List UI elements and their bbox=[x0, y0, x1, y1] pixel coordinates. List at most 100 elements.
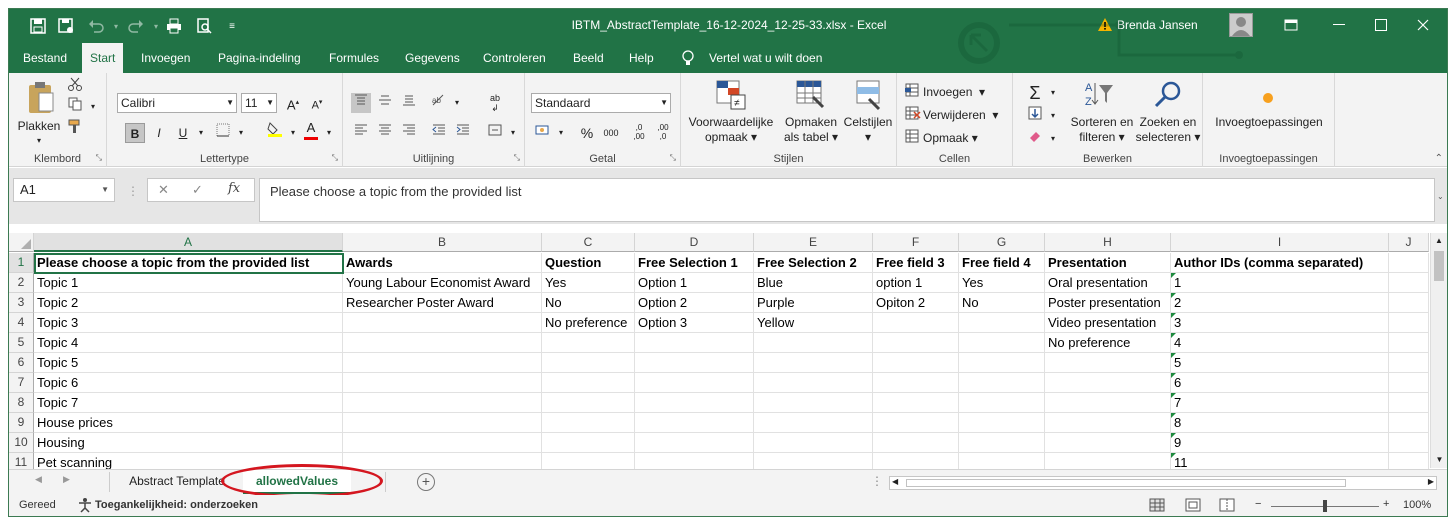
increase-indent-icon[interactable] bbox=[453, 123, 473, 143]
table-cell[interactable]: Topic 6 bbox=[34, 373, 343, 393]
fill-color-icon[interactable] bbox=[265, 121, 285, 141]
table-cell[interactable] bbox=[343, 373, 542, 393]
orientation-dropdown-icon[interactable]: ▾ bbox=[447, 93, 467, 113]
row-header[interactable]: 5 bbox=[9, 333, 34, 353]
copy-icon[interactable] bbox=[65, 97, 85, 117]
table-cell[interactable] bbox=[1389, 413, 1429, 433]
find-select-icon[interactable] bbox=[1153, 79, 1183, 109]
row-header[interactable]: 8 bbox=[9, 393, 34, 413]
table-cell[interactable]: Young Labour Economist Award bbox=[343, 273, 542, 293]
table-cell[interactable] bbox=[959, 453, 1045, 469]
dialog-launcher-icon[interactable]: ⤡ bbox=[670, 153, 676, 163]
font-color-icon[interactable]: A bbox=[301, 119, 321, 140]
table-cell[interactable]: Blue bbox=[754, 273, 873, 293]
table-cell[interactable] bbox=[343, 453, 542, 469]
row-header[interactable]: 9 bbox=[9, 413, 34, 433]
table-cell[interactable] bbox=[343, 413, 542, 433]
scroll-up-icon[interactable]: ▲ bbox=[1431, 233, 1447, 249]
header-cell[interactable]: Free Selection 1 bbox=[635, 253, 754, 273]
accessibility-status[interactable]: Toegankelijkheid: onderzoeken bbox=[95, 499, 258, 511]
italic-button[interactable]: I bbox=[149, 123, 169, 143]
column-header-f[interactable]: F bbox=[873, 233, 959, 252]
row-header[interactable]: 2 bbox=[9, 273, 34, 293]
delete-cells-button[interactable]: Verwijderen ▾ bbox=[923, 108, 998, 123]
table-cell[interactable] bbox=[1389, 273, 1429, 293]
hscroll-thumb[interactable] bbox=[906, 479, 1346, 487]
table-cell[interactable]: No bbox=[959, 293, 1045, 313]
tab-controleren[interactable]: Controleren bbox=[475, 43, 554, 73]
header-cell[interactable]: Free field 4 bbox=[959, 253, 1045, 273]
scroll-down-icon[interactable]: ▼ bbox=[1431, 452, 1447, 468]
table-cell[interactable] bbox=[542, 333, 635, 353]
format-as-table-icon[interactable] bbox=[795, 79, 827, 111]
row-header[interactable]: 3 bbox=[9, 293, 34, 313]
table-cell[interactable] bbox=[959, 373, 1045, 393]
header-cell[interactable]: Author IDs (comma separated) bbox=[1171, 253, 1389, 273]
table-cell[interactable]: Option 2 bbox=[635, 293, 754, 313]
table-cell[interactable]: option 1 bbox=[873, 273, 959, 293]
conditional-formatting-icon[interactable]: ≠ bbox=[715, 79, 747, 111]
table-cell[interactable]: 9 bbox=[1171, 433, 1389, 453]
table-cell[interactable] bbox=[1389, 373, 1429, 393]
table-cell[interactable] bbox=[1045, 433, 1171, 453]
header-cell[interactable]: Awards bbox=[343, 253, 542, 273]
orientation-icon[interactable]: ab bbox=[429, 93, 449, 113]
next-sheet-icon[interactable]: ▶ bbox=[63, 474, 70, 485]
sort-filter-button[interactable]: Sorteren en filteren ▾ bbox=[1069, 115, 1135, 145]
bold-button[interactable]: B bbox=[125, 123, 145, 143]
expand-formula-icon[interactable]: ⌄ bbox=[1437, 192, 1444, 201]
table-cell[interactable]: 11 bbox=[1171, 453, 1389, 469]
table-cell[interactable]: 1 bbox=[1171, 273, 1389, 293]
table-cell[interactable] bbox=[873, 413, 959, 433]
column-header-h[interactable]: H bbox=[1045, 233, 1171, 252]
table-cell[interactable]: 3 bbox=[1171, 313, 1389, 333]
column-header-j[interactable]: J bbox=[1389, 233, 1429, 252]
ribbon-display-icon[interactable] bbox=[1271, 13, 1311, 37]
table-cell[interactable] bbox=[959, 333, 1045, 353]
new-sheet-icon[interactable]: + bbox=[417, 473, 435, 491]
underline-dropdown-icon[interactable]: ▾ bbox=[191, 123, 211, 143]
format-painter-icon[interactable] bbox=[65, 119, 85, 139]
autosum-icon[interactable]: Σ bbox=[1025, 83, 1045, 103]
addins-icon[interactable] bbox=[1263, 93, 1273, 103]
column-header-d[interactable]: D bbox=[635, 233, 754, 252]
minimize-icon[interactable] bbox=[1319, 13, 1359, 37]
delete-cells-icon[interactable] bbox=[903, 106, 923, 126]
table-cell[interactable] bbox=[1389, 333, 1429, 353]
prev-sheet-icon[interactable]: ◀ bbox=[35, 474, 42, 485]
tell-me-search[interactable]: Vertel wat u wilt doen bbox=[701, 43, 830, 73]
table-cell[interactable]: 7 bbox=[1171, 393, 1389, 413]
tab-bestand[interactable]: Bestand bbox=[15, 43, 75, 73]
table-cell[interactable]: Yes bbox=[959, 273, 1045, 293]
conditional-formatting-button[interactable]: Voorwaardelijke opmaak ▾ bbox=[687, 115, 775, 145]
page-break-icon[interactable] bbox=[1219, 498, 1235, 515]
table-cell[interactable]: Topic 2 bbox=[34, 293, 343, 313]
borders-icon[interactable] bbox=[213, 123, 233, 143]
table-cell[interactable] bbox=[754, 393, 873, 413]
header-cell[interactable]: Free Selection 2 bbox=[754, 253, 873, 273]
table-cell[interactable]: Purple bbox=[754, 293, 873, 313]
paste-button[interactable]: Plakken bbox=[17, 119, 61, 134]
tab-gegevens[interactable]: Gegevens bbox=[397, 43, 468, 73]
dialog-launcher-icon[interactable]: ⤡ bbox=[332, 153, 338, 163]
table-cell[interactable] bbox=[1389, 453, 1429, 469]
table-cell[interactable] bbox=[1389, 393, 1429, 413]
table-cell[interactable]: Researcher Poster Award bbox=[343, 293, 542, 313]
scroll-right-icon[interactable]: ▶ bbox=[1428, 477, 1434, 486]
table-cell[interactable] bbox=[754, 433, 873, 453]
table-cell[interactable] bbox=[959, 353, 1045, 373]
tab-start[interactable]: Start bbox=[82, 43, 124, 73]
table-cell[interactable] bbox=[754, 413, 873, 433]
dialog-launcher-icon[interactable]: ⤡ bbox=[514, 153, 520, 163]
table-cell[interactable]: Housing bbox=[34, 433, 343, 453]
column-header-c[interactable]: C bbox=[542, 233, 635, 252]
table-cell[interactable]: 5 bbox=[1171, 353, 1389, 373]
table-cell[interactable] bbox=[635, 373, 754, 393]
font-size-combo[interactable]: 11 ▼ bbox=[241, 93, 277, 113]
row-header[interactable]: 7 bbox=[9, 373, 34, 393]
paste-dropdown-icon[interactable]: ▾ bbox=[31, 133, 47, 148]
align-left-icon[interactable] bbox=[351, 123, 371, 143]
decrease-font-icon[interactable]: A▾ bbox=[307, 93, 327, 113]
table-cell[interactable] bbox=[542, 373, 635, 393]
table-cell[interactable] bbox=[1389, 313, 1429, 333]
